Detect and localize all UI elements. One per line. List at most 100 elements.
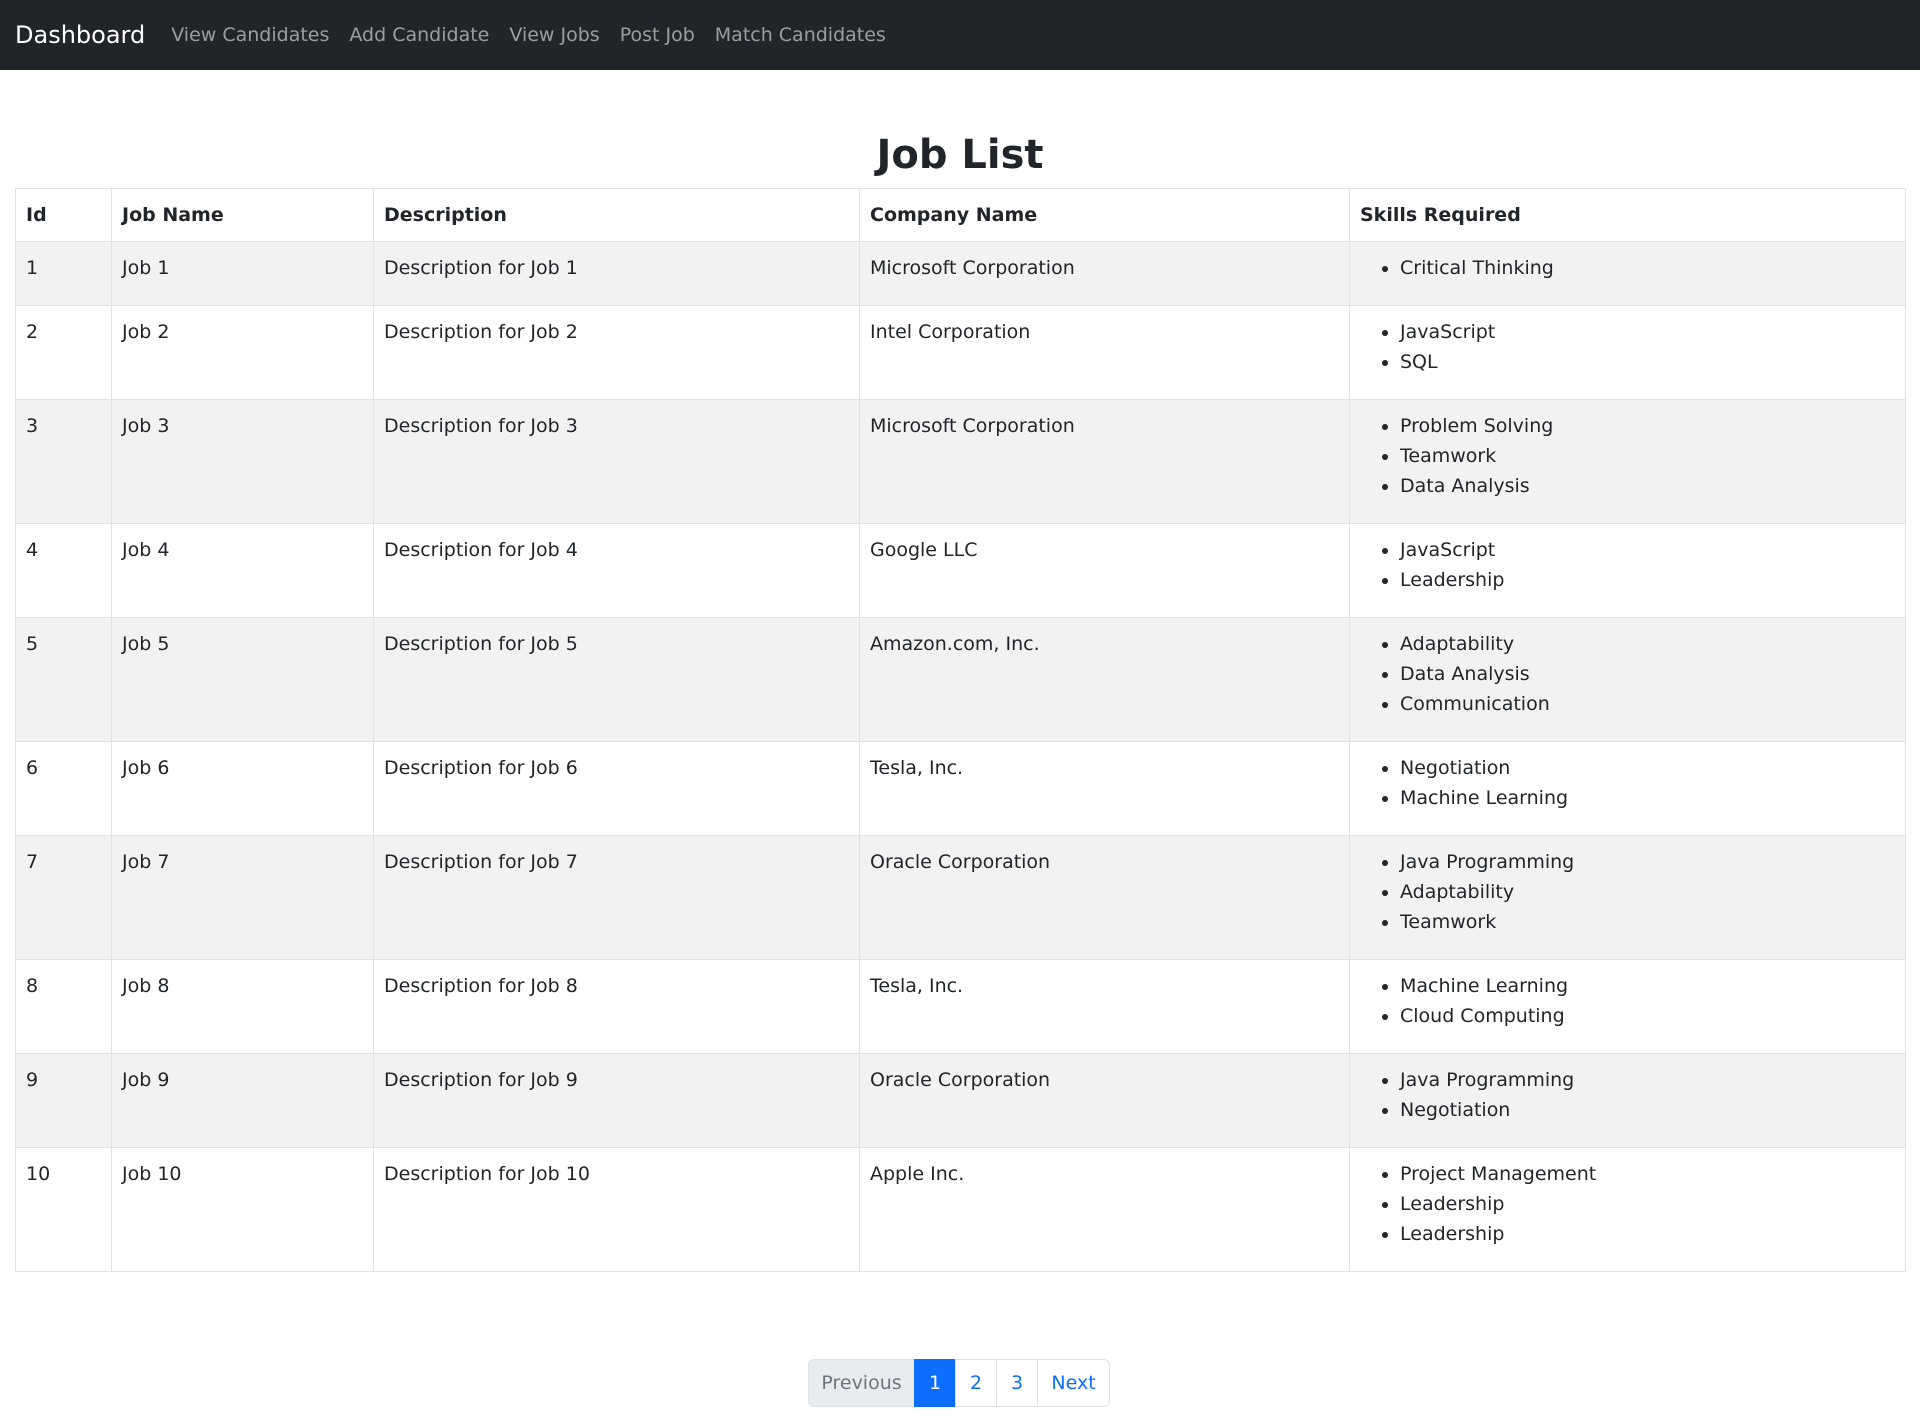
skills-list: Project ManagementLeadershipLeadership [1360, 1159, 1895, 1249]
skill-item: Critical Thinking [1400, 253, 1895, 283]
cell-job-name: Job 7 [111, 835, 374, 960]
cell-skills-required: AdaptabilityData AnalysisCommunication [1349, 617, 1906, 742]
skill-item: Negotiation [1400, 753, 1895, 783]
table-header-row: Id Job Name Description Company Name Ski… [15, 188, 1906, 242]
job-table-container: Id Job Name Description Company Name Ski… [15, 188, 1906, 1272]
nav-post-job[interactable]: Post Job [620, 0, 695, 70]
cell-description: Description for Job 4 [373, 523, 860, 618]
table-row: 10 Job 10 Description for Job 10 Apple Inc.… [15, 1147, 1906, 1272]
skill-item: Leadership [1400, 1189, 1895, 1219]
skill-item: Java Programming [1400, 847, 1895, 877]
skill-item: SQL [1400, 347, 1895, 377]
brand-link[interactable]: Dashboard [15, 0, 145, 70]
skills-list: Problem SolvingTeamworkData Analysis [1360, 411, 1895, 501]
nav-add-candidate[interactable]: Add Candidate [349, 0, 489, 70]
cell-job-name: Job 9 [111, 1053, 374, 1148]
cell-description: Description for Job 9 [373, 1053, 860, 1148]
header-skills-required: Skills Required [1349, 188, 1906, 242]
cell-id: 2 [15, 305, 112, 400]
skill-item: Teamwork [1400, 907, 1895, 937]
cell-skills-required: Machine LearningCloud Computing [1349, 959, 1906, 1054]
nav-match-candidates[interactable]: Match Candidates [715, 0, 886, 70]
skill-item: Problem Solving [1400, 411, 1895, 441]
table-row: 7 Job 7 Description for Job 7 Oracle Corpor… [15, 835, 1906, 960]
skill-item: Adaptability [1400, 877, 1895, 907]
cell-id: 1 [15, 241, 112, 306]
nav-view-jobs[interactable]: View Jobs [509, 0, 599, 70]
skill-item: Data Analysis [1400, 471, 1895, 501]
cell-job-name: Job 2 [111, 305, 374, 400]
pagination-page-3[interactable]: 3 [996, 1359, 1038, 1407]
pagination-page-1[interactable]: 1 [914, 1359, 956, 1407]
header-company-name: Company Name [859, 188, 1350, 242]
skills-list: AdaptabilityData AnalysisCommunication [1360, 629, 1895, 719]
pagination-previous[interactable]: Previous [808, 1359, 915, 1407]
skills-list: JavaScriptSQL [1360, 317, 1895, 377]
cell-company-name: Microsoft Corporation [859, 241, 1350, 306]
skill-item: JavaScript [1400, 535, 1895, 565]
skills-list: NegotiationMachine Learning [1360, 753, 1895, 813]
skills-list: JavaScriptLeadership [1360, 535, 1895, 595]
cell-company-name: Google LLC [859, 523, 1350, 618]
pagination-next[interactable]: Next [1037, 1359, 1110, 1407]
cell-company-name: Amazon.com, Inc. [859, 617, 1350, 742]
table-row: 4Job 4Description for Job 4Google LLCJav… [15, 523, 1906, 618]
skills-list: Critical Thinking [1360, 253, 1895, 283]
cell-skills-required: Java ProgrammingAdaptabilityTeamwork [1349, 835, 1906, 960]
cell-id: 6 [15, 741, 112, 836]
cell-skills-required: Problem SolvingTeamworkData Analysis [1349, 399, 1906, 524]
cell-job-name: Job 8 [111, 959, 374, 1054]
cell-company-name: Tesla, Inc. [859, 959, 1350, 1054]
cell-id: 7 [15, 835, 112, 960]
cell-id: 5 [15, 617, 112, 742]
cell-description: Description for Job 7 [373, 835, 860, 960]
table-row: 5 Job 5 Description for Job 5 Amazon.com, I… [15, 617, 1906, 742]
cell-description: Description for Job 1 [373, 241, 860, 306]
cell-description: Description for Job 10 [373, 1147, 860, 1272]
pagination-page-2[interactable]: 2 [955, 1359, 997, 1407]
skills-list: Java ProgrammingNegotiation [1360, 1065, 1895, 1125]
skill-item: Teamwork [1400, 441, 1895, 471]
header-job-name: Job Name [111, 188, 374, 242]
table-row: 8Job 8Description for Job 8Tesla, Inc.Ma… [15, 959, 1906, 1054]
table-body: 1 Job 1 Description for Job 1 Microsoft Cor… [15, 241, 1906, 1272]
cell-company-name: Microsoft Corporation [859, 399, 1350, 524]
cell-job-name: Job 4 [111, 523, 374, 618]
cell-company-name: Apple Inc. [859, 1147, 1350, 1272]
skill-item: Java Programming [1400, 1065, 1895, 1095]
cell-id: 10 [15, 1147, 112, 1272]
skill-item: Leadership [1400, 565, 1895, 595]
cell-company-name: Tesla, Inc. [859, 741, 1350, 836]
cell-company-name: Oracle Corporation [859, 835, 1350, 960]
cell-job-name: Job 1 [111, 241, 374, 306]
cell-skills-required: Project ManagementLeadershipLeadership [1349, 1147, 1906, 1272]
skill-item: Negotiation [1400, 1095, 1895, 1125]
nav-view-candidates[interactable]: View Candidates [171, 0, 329, 70]
skill-item: Adaptability [1400, 629, 1895, 659]
cell-skills-required: JavaScriptSQL [1349, 305, 1906, 400]
table-row: 9 Job 9 Description for Job 9 Oracle Corpor… [15, 1053, 1906, 1148]
cell-description: Description for Job 6 [373, 741, 860, 836]
skill-item: JavaScript [1400, 317, 1895, 347]
skill-item: Communication [1400, 689, 1895, 719]
cell-job-name: Job 5 [111, 617, 374, 742]
header-description: Description [373, 188, 860, 242]
table-row: 1 Job 1 Description for Job 1 Microsoft Cor… [15, 241, 1906, 306]
cell-description: Description for Job 2 [373, 305, 860, 400]
skill-item: Data Analysis [1400, 659, 1895, 689]
table-row: 2 Job 2 Description for Job 2 Intel Corpora… [15, 305, 1906, 400]
top-navbar: Dashboard View Candidates Add Candidate … [0, 0, 1920, 70]
cell-id: 8 [15, 959, 112, 1054]
cell-description: Description for Job 5 [373, 617, 860, 742]
skill-item: Machine Learning [1400, 783, 1895, 813]
header-id: Id [15, 188, 112, 242]
skill-item: Project Management [1400, 1159, 1895, 1189]
table-row: 6Job 6Description for Job 6Tesla, Inc.Ne… [15, 741, 1906, 836]
pagination: Previous 1 2 3 Next [808, 1359, 1110, 1407]
cell-skills-required: Java ProgrammingNegotiation [1349, 1053, 1906, 1148]
cell-job-name: Job 6 [111, 741, 374, 836]
cell-company-name: Oracle Corporation [859, 1053, 1350, 1148]
cell-description: Description for Job 3 [373, 399, 860, 524]
cell-id: 9 [15, 1053, 112, 1148]
job-table: Id Job Name Description Company Name Ski… [15, 188, 1906, 1272]
